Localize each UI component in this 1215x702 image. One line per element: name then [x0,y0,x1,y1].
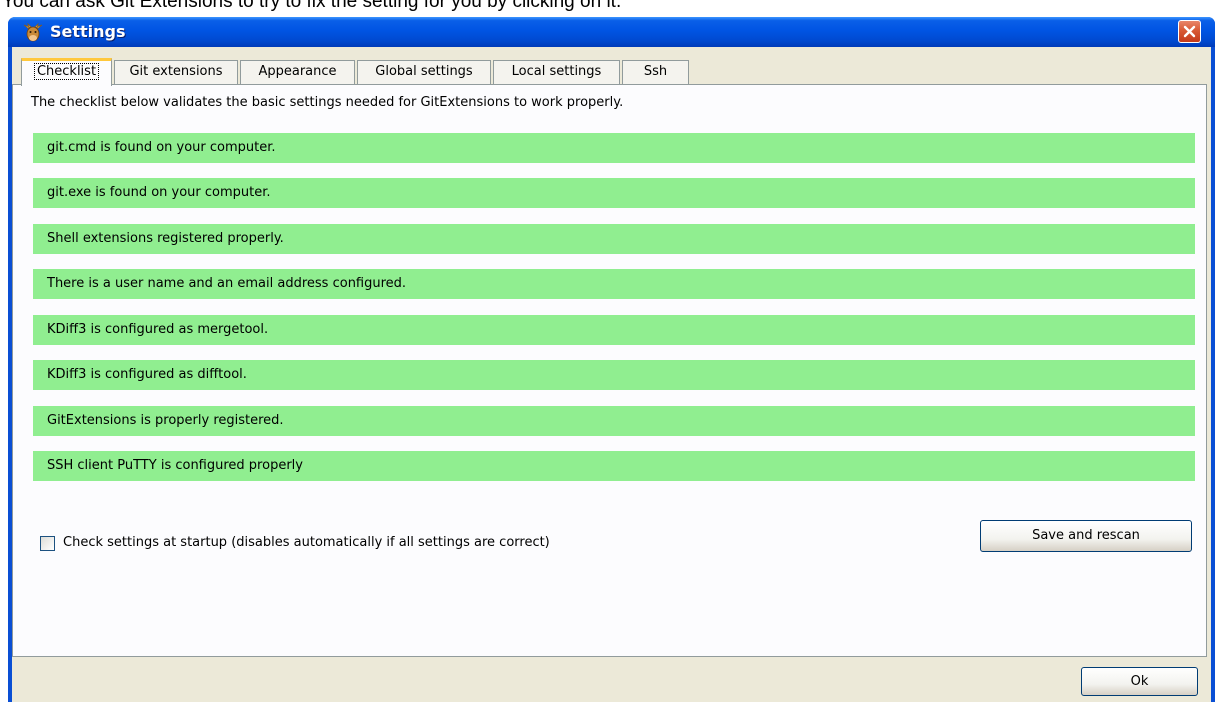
check-item-text: KDiff3 is configured as difftool. [47,367,247,382]
check-item-registered[interactable]: GitExtensions is properly registered. [33,406,1195,436]
check-item-git-exe[interactable]: git.exe is found on your computer. [33,178,1195,208]
title-bar[interactable]: Settings [8,17,1215,47]
check-item-mergetool[interactable]: KDiff3 is configured as mergetool. [33,315,1195,345]
startup-check-checkbox[interactable] [40,536,55,551]
settings-window: Settings Checklist Git extensions Appear… [8,17,1215,702]
tab-global-settings[interactable]: Global settings [357,60,491,85]
tab-ssh[interactable]: Ssh [622,60,689,85]
checklist-description: The checklist below validates the basic … [31,95,624,110]
check-item-shell-extensions[interactable]: Shell extensions registered properly. [33,224,1195,254]
git-extensions-cow-icon [22,22,44,43]
tab-git-extensions[interactable]: Git extensions [114,60,238,85]
check-item-difftool[interactable]: KDiff3 is configured as difftool. [33,360,1195,390]
page-caption: You can ask Git Extensions to try to fix… [2,0,622,12]
tab-label: Git extensions [129,64,223,79]
check-item-text: GitExtensions is properly registered. [47,413,284,428]
check-item-user-email[interactable]: There is a user name and an email addres… [33,269,1195,299]
tab-checklist[interactable]: Checklist [21,58,112,86]
startup-check-label: Check settings at startup (disables auto… [63,535,550,550]
check-item-text: Shell extensions registered properly. [47,231,284,246]
check-item-text: git.cmd is found on your computer. [47,140,276,155]
tab-label: Ssh [643,64,668,79]
tab-local-settings[interactable]: Local settings [493,60,620,85]
check-item-text: KDiff3 is configured as mergetool. [47,322,269,337]
save-and-rescan-button[interactable]: Save and rescan [980,520,1192,552]
checklist-panel: The checklist below validates the basic … [12,84,1207,657]
close-button[interactable] [1178,20,1201,43]
check-item-git-cmd[interactable]: git.cmd is found on your computer. [33,133,1195,163]
tab-label: Checklist [33,63,100,80]
dialog-client-area: Checklist Git extensions Appearance Glob… [12,47,1211,702]
tab-label: Local settings [511,64,602,79]
close-icon [1183,25,1196,38]
tab-appearance[interactable]: Appearance [240,60,355,85]
check-item-ssh-client[interactable]: SSH client PuTTY is configured properly [33,451,1195,481]
ok-button[interactable]: Ok [1081,667,1198,696]
tab-label: Appearance [258,64,337,79]
check-item-text: git.exe is found on your computer. [47,185,271,200]
check-item-text: There is a user name and an email addres… [47,276,407,291]
window-title: Settings [50,22,126,41]
check-item-text: SSH client PuTTY is configured properly [47,458,303,473]
tab-label: Global settings [375,64,473,79]
